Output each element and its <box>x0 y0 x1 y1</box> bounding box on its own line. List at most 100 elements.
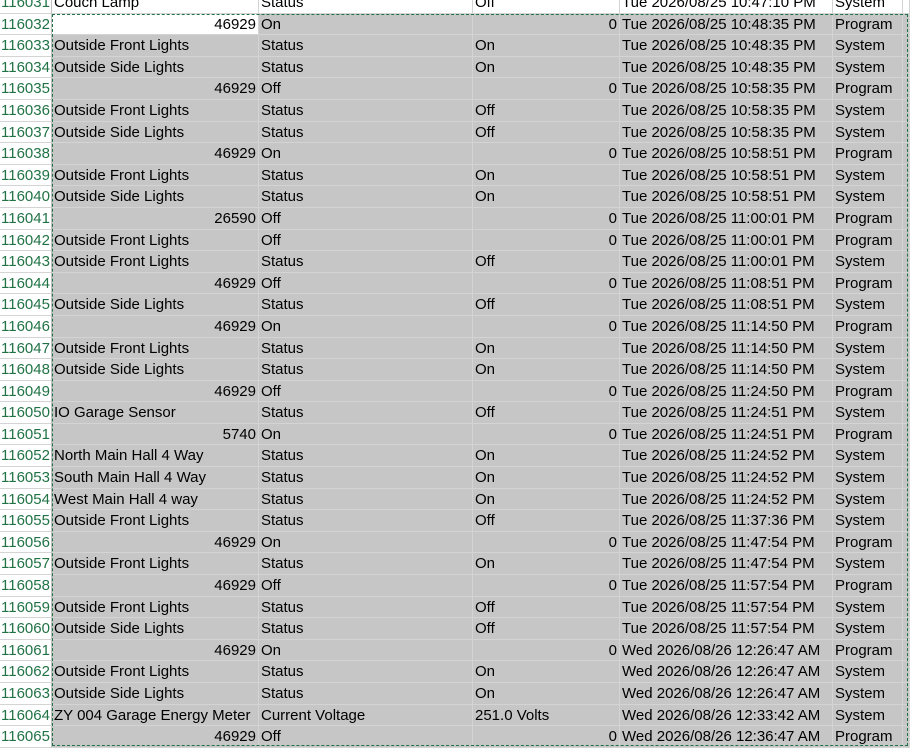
row-header[interactable]: 116034 <box>0 56 52 79</box>
cell-empty[interactable] <box>903 445 910 468</box>
cell-value[interactable]: 251.0 Volts <box>473 704 620 727</box>
cell-source[interactable]: System <box>833 99 903 122</box>
row-header[interactable]: 116044 <box>0 272 52 295</box>
cell-value[interactable]: 0 <box>473 423 620 446</box>
cell-empty[interactable] <box>903 683 910 705</box>
cell-device[interactable]: Outside Front Lights <box>52 553 259 576</box>
cell-source[interactable]: System <box>833 56 903 79</box>
cell-event[interactable]: Status <box>259 488 473 511</box>
cell-device[interactable]: Outside Side Lights <box>52 56 259 79</box>
cell-source[interactable]: System <box>833 164 903 187</box>
cell-empty[interactable] <box>903 531 910 554</box>
cell-source[interactable]: Program <box>833 229 903 252</box>
cell-source[interactable]: Program <box>833 639 903 662</box>
cell-empty[interactable] <box>903 402 910 424</box>
cell-source[interactable]: System <box>833 488 903 511</box>
cell-timestamp[interactable]: Wed 2026/08/26 12:36:47 AM <box>620 726 833 748</box>
cell-device[interactable]: Outside Front Lights <box>52 661 259 683</box>
cell-value[interactable]: Off <box>473 99 620 122</box>
row-header[interactable]: 116036 <box>0 99 52 122</box>
cell-value[interactable]: Off <box>473 618 620 640</box>
cell-value[interactable]: On <box>473 661 620 683</box>
cell-value[interactable]: 0 <box>473 380 620 403</box>
cell-empty[interactable] <box>903 143 910 165</box>
cell-source[interactable]: System <box>833 0 903 14</box>
row-header[interactable]: 116045 <box>0 294 52 316</box>
cell-value[interactable]: On <box>473 56 620 79</box>
cell-timestamp[interactable]: Tue 2026/08/25 11:47:54 PM <box>620 553 833 576</box>
cell-empty[interactable] <box>903 467 910 489</box>
row-header[interactable]: 116041 <box>0 207 52 230</box>
cell-device[interactable]: 46929 <box>52 13 259 36</box>
row-header[interactable]: 116055 <box>0 510 52 532</box>
cell-event[interactable]: Status <box>259 186 473 208</box>
cell-event[interactable]: Status <box>259 35 473 57</box>
cell-event[interactable]: Status <box>259 0 473 14</box>
cell-device[interactable]: 5740 <box>52 423 259 446</box>
cell-source[interactable]: System <box>833 186 903 208</box>
cell-event[interactable]: On <box>259 531 473 554</box>
cell-device[interactable]: 46929 <box>52 531 259 554</box>
cell-event[interactable]: Current Voltage <box>259 704 473 727</box>
cell-empty[interactable] <box>903 13 910 36</box>
cell-device[interactable]: 46929 <box>52 315 259 338</box>
cell-device[interactable]: South Main Hall 4 Way <box>52 467 259 489</box>
cell-timestamp[interactable]: Tue 2026/08/25 11:57:54 PM <box>620 618 833 640</box>
cell-empty[interactable] <box>903 121 910 144</box>
cell-value[interactable]: Off <box>473 251 620 273</box>
cell-device[interactable]: Outside Side Lights <box>52 294 259 316</box>
cell-timestamp[interactable]: Tue 2026/08/25 11:57:54 PM <box>620 596 833 619</box>
cell-value[interactable]: Off <box>473 510 620 532</box>
cell-timestamp[interactable]: Tue 2026/08/25 11:24:50 PM <box>620 380 833 403</box>
cell-timestamp[interactable]: Tue 2026/08/25 11:08:51 PM <box>620 294 833 316</box>
cell-value[interactable]: Off <box>473 402 620 424</box>
cell-empty[interactable] <box>903 639 910 662</box>
cell-event[interactable]: Off <box>259 575 473 597</box>
cell-timestamp[interactable]: Tue 2026/08/25 10:58:35 PM <box>620 78 833 100</box>
cell-event[interactable]: Off <box>259 380 473 403</box>
cell-source[interactable]: Program <box>833 315 903 338</box>
cell-device[interactable]: Outside Front Lights <box>52 337 259 360</box>
cell-empty[interactable] <box>903 78 910 100</box>
cell-value[interactable]: 0 <box>473 143 620 165</box>
cell-source[interactable]: Program <box>833 423 903 446</box>
cell-event[interactable]: Status <box>259 121 473 144</box>
row-header[interactable]: 116048 <box>0 359 52 381</box>
cell-value[interactable]: 0 <box>473 726 620 748</box>
cell-device[interactable]: Outside Front Lights <box>52 229 259 252</box>
cell-event[interactable]: Status <box>259 467 473 489</box>
cell-event[interactable]: Off <box>259 78 473 100</box>
cell-source[interactable]: System <box>833 359 903 381</box>
cell-device[interactable]: Couch Lamp <box>52 0 259 14</box>
cell-source[interactable]: System <box>833 294 903 316</box>
cell-device[interactable]: Outside Front Lights <box>52 510 259 532</box>
row-header[interactable]: 116042 <box>0 229 52 252</box>
cell-event[interactable]: On <box>259 315 473 338</box>
cell-empty[interactable] <box>903 0 910 14</box>
cell-event[interactable]: Status <box>259 164 473 187</box>
cell-value[interactable]: On <box>473 186 620 208</box>
cell-empty[interactable] <box>903 229 910 252</box>
cell-value[interactable]: Off <box>473 0 620 14</box>
cell-event[interactable]: Status <box>259 402 473 424</box>
cell-event[interactable]: Status <box>259 359 473 381</box>
row-header[interactable]: 116046 <box>0 315 52 338</box>
cell-empty[interactable] <box>903 337 910 360</box>
cell-event[interactable]: Status <box>259 99 473 122</box>
cell-timestamp[interactable]: Tue 2026/08/25 10:58:35 PM <box>620 121 833 144</box>
row-header[interactable]: 116062 <box>0 661 52 683</box>
row-header[interactable]: 116050 <box>0 402 52 424</box>
cell-source[interactable]: System <box>833 251 903 273</box>
cell-value[interactable]: Off <box>473 596 620 619</box>
cell-source[interactable]: System <box>833 35 903 57</box>
cell-empty[interactable] <box>903 553 910 576</box>
cell-event[interactable]: Status <box>259 596 473 619</box>
cell-source[interactable]: Program <box>833 143 903 165</box>
cell-event[interactable]: Status <box>259 661 473 683</box>
cell-device[interactable]: Outside Side Lights <box>52 683 259 705</box>
cell-timestamp[interactable]: Tue 2026/08/25 10:48:35 PM <box>620 13 833 36</box>
cell-event[interactable]: On <box>259 423 473 446</box>
cell-value[interactable]: 0 <box>473 78 620 100</box>
cell-timestamp[interactable]: Wed 2026/08/26 12:26:47 AM <box>620 639 833 662</box>
cell-device[interactable]: West Main Hall 4 way <box>52 488 259 511</box>
